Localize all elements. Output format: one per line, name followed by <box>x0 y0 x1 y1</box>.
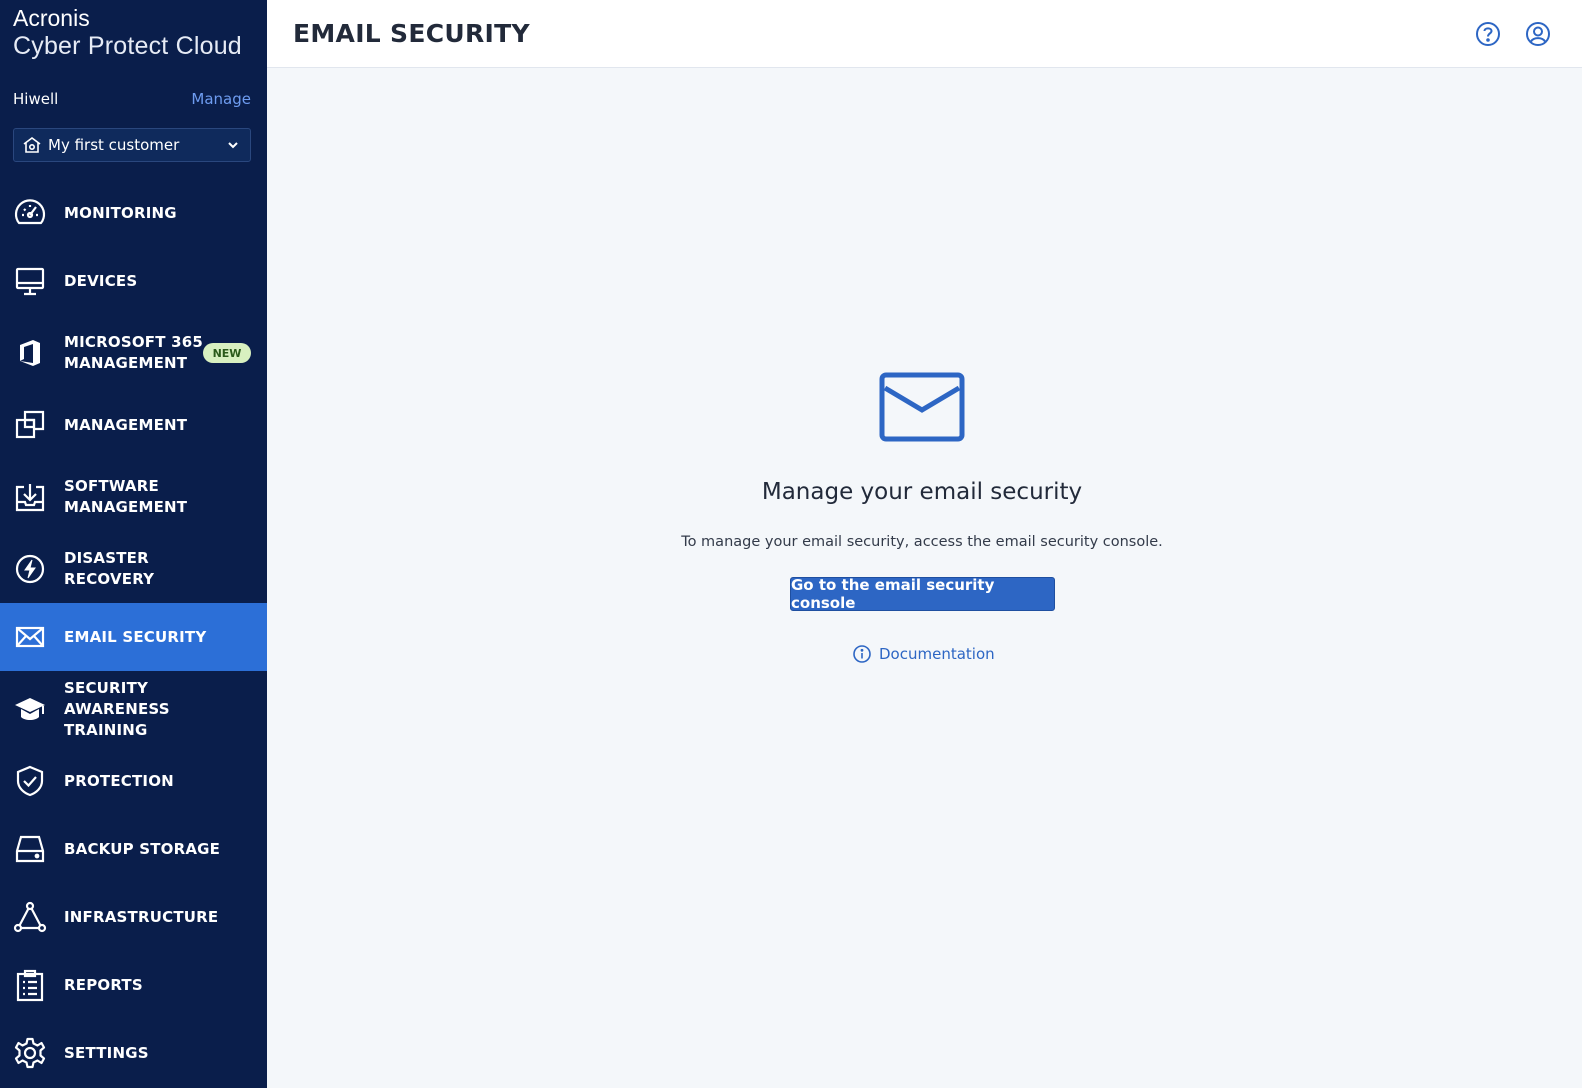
sidebar-item-email-security[interactable]: EMAIL SECURITY <box>0 603 267 671</box>
brand-name: Acronis <box>13 5 90 31</box>
page-title: EMAIL SECURITY <box>293 19 530 48</box>
tenant-row: Hiwell Manage <box>13 89 251 109</box>
sidebar-item-security-awareness-training[interactable]: SECURITY AWARENESS TRAINING <box>0 675 267 743</box>
new-badge: NEW <box>203 343 251 363</box>
office-icon <box>20 340 40 366</box>
sidebar-item-software-management[interactable]: SOFTWARE MANAGEMENT <box>0 463 267 531</box>
chevron-down-icon <box>228 142 238 149</box>
graduation-cap-icon <box>15 698 45 720</box>
info-icon <box>853 645 871 663</box>
sidebar-item-label: DISASTER RECOVERY <box>64 549 155 588</box>
download-box-icon <box>15 484 45 512</box>
sidebar-item-settings[interactable]: SETTINGS <box>0 1019 267 1087</box>
sidebar-item-label: EMAIL SECURITY <box>64 627 207 646</box>
empty-state-description: To manage your email security, access th… <box>681 534 1163 550</box>
sidebar-item-label: REPORTS <box>64 975 143 994</box>
tenant-name: Hiwell <box>13 90 59 108</box>
sidebar-item-label: DEVICES <box>64 271 138 290</box>
sidebar-item-label: SOFTWARE MANAGEMENT <box>64 477 188 516</box>
brand-logo[interactable]: Acronis Cyber Protect Cloud <box>13 5 242 60</box>
clipboard-icon <box>16 969 44 1002</box>
envelope-icon <box>15 626 45 648</box>
envelope-icon <box>879 372 965 442</box>
monitor-icon <box>15 267 45 296</box>
customer-select-value: My first customer <box>48 136 180 154</box>
top-bar: EMAIL SECURITY <box>267 0 1582 68</box>
sidebar-item-label: MONITORING <box>64 203 177 222</box>
documentation-link-label: Documentation <box>879 645 995 663</box>
user-icon[interactable] <box>1525 21 1551 47</box>
shield-check-icon <box>16 765 44 797</box>
sidebar-item-label: BACKUP STORAGE <box>64 839 221 858</box>
gauge-icon <box>14 199 46 225</box>
empty-state-heading: Manage your email security <box>761 479 1083 505</box>
sidebar-item-management[interactable]: MANAGEMENT <box>0 391 267 459</box>
customer-select[interactable]: My first customer <box>13 128 251 162</box>
sidebar: Acronis Cyber Protect Cloud Hiwell Manag… <box>0 0 267 1088</box>
sidebar-item-devices[interactable]: DEVICES <box>0 247 267 315</box>
go-to-console-button[interactable]: Go to the email security console <box>790 576 1055 612</box>
stacked-squares-icon <box>15 410 45 439</box>
gear-icon <box>14 1037 46 1069</box>
help-icon[interactable] <box>1475 21 1501 47</box>
home-icon <box>23 137 41 153</box>
sidebar-item-disaster-recovery[interactable]: DISASTER RECOVERY <box>0 535 267 603</box>
sidebar-item-label: SECURITY AWARENESS TRAINING <box>64 678 170 739</box>
sidebar-item-label: PROTECTION <box>64 771 174 790</box>
lightning-icon <box>15 554 45 584</box>
sidebar-item-monitoring[interactable]: MONITORING <box>0 179 267 247</box>
drive-icon <box>15 835 45 863</box>
sidebar-item-reports[interactable]: REPORTS <box>0 951 267 1019</box>
documentation-link[interactable]: Documentation <box>852 643 995 665</box>
sidebar-item-infrastructure[interactable]: INFRASTRUCTURE <box>0 883 267 951</box>
brand-product: Cyber Protect Cloud <box>13 32 242 60</box>
sidebar-item-protection[interactable]: PROTECTION <box>0 747 267 815</box>
sidebar-item-label: SETTINGS <box>64 1043 149 1062</box>
sidebar-item-backup-storage[interactable]: BACKUP STORAGE <box>0 815 267 883</box>
sidebar-item-label: MANAGEMENT <box>64 415 188 434</box>
sidebar-item-label: INFRASTRUCTURE <box>64 907 219 926</box>
manage-link[interactable]: Manage <box>191 90 251 108</box>
network-triangle-icon <box>13 901 47 933</box>
